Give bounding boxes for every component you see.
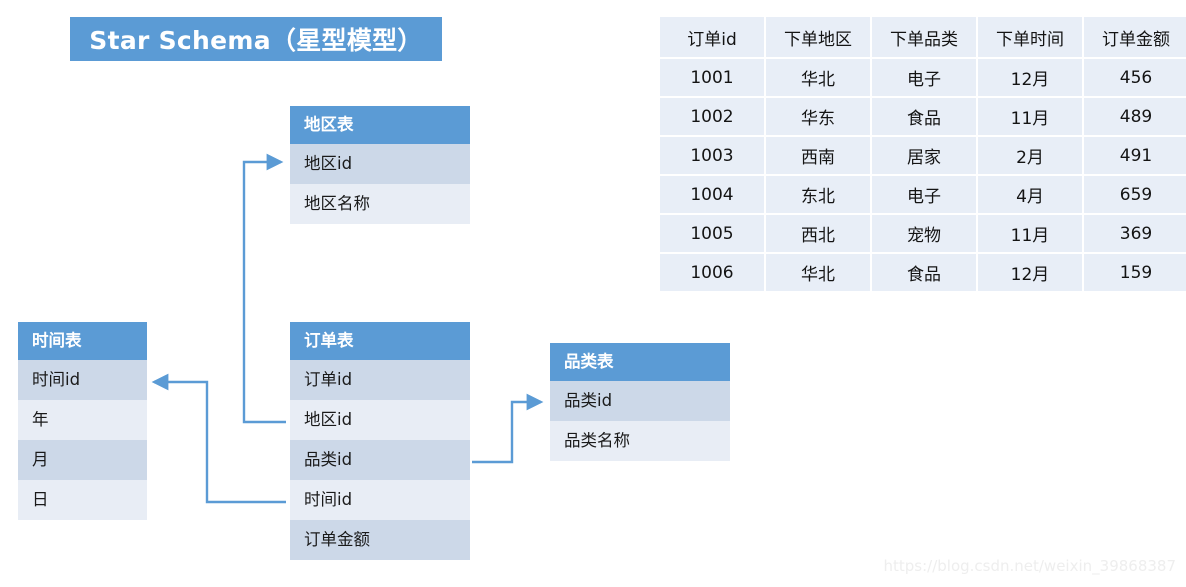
entity-time-title: 时间表 [18, 322, 147, 360]
entity-region-title: 地区表 [290, 106, 470, 144]
cell-time: 4月 [978, 176, 1082, 213]
entity-table-category: 品类表 品类id 品类名称 [550, 343, 730, 461]
data-table-col-3: 下单时间 [978, 17, 1082, 57]
cell-amount: 659 [1084, 176, 1186, 213]
entity-table-order: 订单表 订单id 地区id 品类id 时间id 订单金额 [290, 322, 470, 560]
entity-order-field-3: 时间id [290, 480, 470, 520]
cell-region: 华东 [766, 98, 870, 135]
entity-time-field-1: 年 [18, 400, 147, 440]
cell-region: 华北 [766, 59, 870, 96]
entity-order-field-2: 品类id [290, 440, 470, 480]
connector-order-region [242, 153, 286, 424]
cell-region: 西北 [766, 215, 870, 252]
entity-order-field-4: 订单金额 [290, 520, 470, 560]
entity-table-region: 地区表 地区id 地区名称 [290, 106, 470, 224]
cell-time: 11月 [978, 215, 1082, 252]
cell-time: 12月 [978, 254, 1082, 291]
entity-time-field-2: 月 [18, 440, 147, 480]
cell-region: 东北 [766, 176, 870, 213]
cell-amount: 491 [1084, 137, 1186, 174]
entity-order-field-1: 地区id [290, 400, 470, 440]
entity-region-field-0: 地区id [290, 144, 470, 184]
data-table-col-4: 订单金额 [1084, 17, 1186, 57]
data-table-col-1: 下单地区 [766, 17, 870, 57]
cell-category: 电子 [872, 59, 976, 96]
cell-category: 居家 [872, 137, 976, 174]
entity-table-time: 时间表 时间id 年 月 日 [18, 322, 147, 520]
watermark: https://blog.csdn.net/weixin_39868387 [883, 557, 1176, 575]
table-row: 1002 华东 食品 11月 489 [660, 98, 1186, 135]
entity-order-field-0: 订单id [290, 360, 470, 400]
data-table-col-0: 订单id [660, 17, 764, 57]
cell-amount: 159 [1084, 254, 1186, 291]
cell-amount: 489 [1084, 98, 1186, 135]
entity-category-field-0: 品类id [550, 381, 730, 421]
cell-category: 食品 [872, 254, 976, 291]
diagram-canvas: Star Schema（星型模型） 地区表 地区id 地区名称 时间表 时间id… [0, 0, 1186, 587]
cell-category: 宠物 [872, 215, 976, 252]
table-row: 1005 西北 宠物 11月 369 [660, 215, 1186, 252]
table-row: 1006 华北 食品 12月 159 [660, 254, 1186, 291]
entity-order-title: 订单表 [290, 322, 470, 360]
cell-time: 12月 [978, 59, 1082, 96]
cell-time: 11月 [978, 98, 1082, 135]
connector-order-time [151, 373, 286, 504]
data-table-col-2: 下单品类 [872, 17, 976, 57]
entity-category-title: 品类表 [550, 343, 730, 381]
cell-order-id: 1005 [660, 215, 764, 252]
table-row: 1004 东北 电子 4月 659 [660, 176, 1186, 213]
cell-region: 华北 [766, 254, 870, 291]
cell-category: 食品 [872, 98, 976, 135]
cell-order-id: 1003 [660, 137, 764, 174]
table-row: 1003 西南 居家 2月 491 [660, 137, 1186, 174]
cell-order-id: 1004 [660, 176, 764, 213]
diagram-title-banner: Star Schema（星型模型） [70, 17, 442, 61]
cell-order-id: 1001 [660, 59, 764, 96]
sample-data-table: 订单id 下单地区 下单品类 下单时间 订单金额 1001 华北 电子 12月 … [658, 15, 1186, 293]
entity-time-field-3: 日 [18, 480, 147, 520]
cell-amount: 456 [1084, 59, 1186, 96]
cell-order-id: 1006 [660, 254, 764, 291]
cell-amount: 369 [1084, 215, 1186, 252]
cell-time: 2月 [978, 137, 1082, 174]
data-table-header-row: 订单id 下单地区 下单品类 下单时间 订单金额 [660, 17, 1186, 57]
cell-order-id: 1002 [660, 98, 764, 135]
page-title: Star Schema（星型模型） [89, 26, 423, 55]
cell-category: 电子 [872, 176, 976, 213]
entity-category-field-1: 品类名称 [550, 421, 730, 461]
connector-order-category [472, 393, 544, 464]
table-row: 1001 华北 电子 12月 456 [660, 59, 1186, 96]
entity-time-field-0: 时间id [18, 360, 147, 400]
entity-region-field-1: 地区名称 [290, 184, 470, 224]
cell-region: 西南 [766, 137, 870, 174]
